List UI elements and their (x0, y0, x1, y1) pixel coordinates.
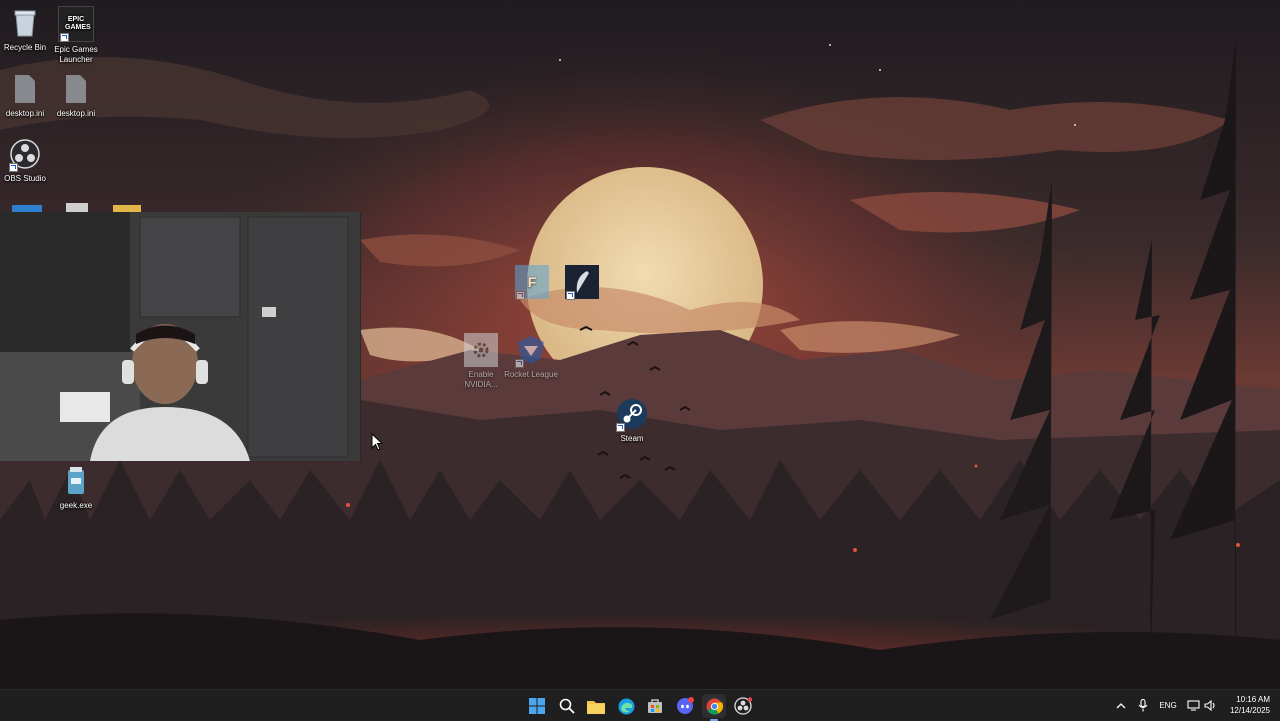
network-button[interactable] (1185, 690, 1201, 721)
desktop-icon-dark-app[interactable] (555, 265, 609, 302)
desktop-icon-desktop-ini-1[interactable]: desktop.ini (0, 72, 52, 119)
file-icon (8, 72, 42, 106)
desktop-icon-obs-studio[interactable]: OBS Studio (0, 137, 52, 184)
taskbar: ENG 10:16 AM 12/14/2025 (0, 689, 1280, 721)
desktop-icon-recycle-bin[interactable]: Recycle Bin (0, 6, 52, 53)
network-icon (1186, 700, 1200, 711)
geek-exe-icon (59, 464, 93, 498)
shortcut-arrow-icon (566, 291, 575, 300)
store-button[interactable] (643, 694, 667, 718)
feather-app-icon (565, 265, 599, 300)
language-text: ENG (1159, 701, 1177, 710)
speaker-icon (1203, 700, 1215, 711)
gear-settings-icon (464, 333, 498, 367)
shortcut-arrow-icon (60, 33, 69, 42)
obs-studio-icon (8, 137, 42, 172)
tray-overflow-button[interactable] (1114, 690, 1128, 721)
recycle-bin-icon (8, 6, 42, 40)
desktop-icon-rocket-league[interactable]: Rocket League (504, 333, 558, 380)
shortcut-arrow-icon (515, 359, 524, 368)
mouse-cursor-icon (371, 433, 383, 451)
obs-button[interactable] (731, 694, 755, 718)
desktop-ini-2-label: desktop.ini (56, 109, 96, 118)
desktop: Recycle Bin EPIC GAMES Epic Games Launch… (0, 0, 1280, 689)
obs-icon (734, 697, 752, 715)
desktop-icon-epic-games[interactable]: EPIC GAMES Epic Games Launcher (49, 6, 103, 65)
clock-button[interactable]: 10:16 AM 12/14/2025 (1230, 694, 1270, 716)
shortcut-arrow-icon (516, 291, 525, 300)
geek-exe-label: geek.exe (59, 501, 93, 510)
edge-icon (618, 698, 634, 714)
steam-label: Steam (620, 434, 644, 443)
microphone-icon (1138, 699, 1148, 712)
recycle-bin-label: Recycle Bin (3, 43, 47, 52)
language-indicator[interactable]: ENG (1155, 690, 1181, 721)
epic-games-icon: EPIC GAMES (58, 6, 94, 42)
microphone-button[interactable] (1136, 690, 1150, 721)
start-button[interactable] (525, 694, 549, 718)
epic-games-logo-text: EPIC GAMES (65, 16, 91, 31)
epic-games-label: Epic Games Launcher (54, 45, 98, 64)
clock-time: 10:16 AM (1236, 695, 1270, 704)
desktop-ini-1-label: desktop.ini (5, 109, 45, 118)
desktop-icon-enable-nvidia[interactable]: Enable NVIDIA... (454, 333, 508, 390)
search-icon (559, 698, 575, 714)
enable-nvidia-label: Enable NVIDIA... (464, 370, 498, 389)
webcam-overlay (0, 212, 361, 461)
webcam-feed (0, 212, 361, 461)
rocket-league-label: Rocket League (504, 370, 558, 379)
rocket-league-icon (514, 333, 548, 368)
desktop-icon-desktop-ini-2[interactable]: desktop.ini (49, 72, 103, 119)
desktop-icon-geek[interactable]: geek.exe (49, 464, 103, 511)
shortcut-arrow-icon (616, 423, 625, 432)
desktop-icon-fortnite[interactable]: F (505, 265, 559, 302)
volume-button[interactable] (1202, 690, 1218, 721)
desktop-icon-steam[interactable]: Steam (605, 397, 659, 444)
store-icon (648, 699, 662, 713)
file-explorer-button[interactable] (584, 694, 608, 718)
folder-icon (587, 700, 605, 714)
edge-button[interactable] (614, 694, 638, 718)
chrome-button[interactable] (702, 694, 726, 721)
obs-studio-label: OBS Studio (4, 174, 46, 183)
shortcut-arrow-icon (9, 163, 18, 172)
fortnite-icon: F (515, 265, 549, 300)
discord-button[interactable] (673, 694, 697, 718)
windows-logo-icon (529, 698, 545, 714)
steam-icon (615, 397, 649, 432)
clock-date: 12/14/2025 (1229, 706, 1270, 715)
discord-icon (677, 697, 694, 714)
chevron-up-icon (1116, 702, 1126, 708)
search-button[interactable] (555, 694, 579, 718)
chrome-icon (706, 698, 723, 714)
file-icon (59, 72, 93, 106)
fortnite-letter-icon: F (527, 274, 537, 290)
